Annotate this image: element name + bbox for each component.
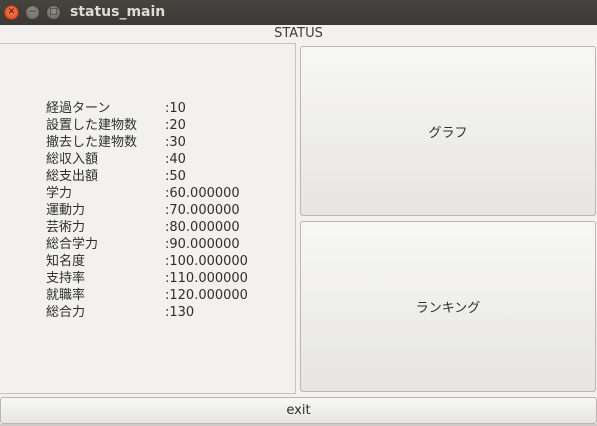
stat-label: 総合力 bbox=[46, 305, 86, 320]
window-title: status_main bbox=[70, 4, 166, 20]
stat-value: :60.000000 bbox=[165, 186, 240, 201]
stat-value: :10 bbox=[165, 101, 186, 116]
title-bar: ✕ − □ status_main bbox=[0, 0, 597, 25]
maximize-icon[interactable]: □ bbox=[46, 5, 61, 20]
stat-value: :40 bbox=[165, 152, 186, 167]
stat-label: 芸術力 bbox=[46, 220, 86, 235]
stat-label: 支持率 bbox=[46, 271, 86, 286]
stat-label: 総合学力 bbox=[46, 237, 99, 252]
stat-label: 学力 bbox=[46, 186, 73, 201]
stat-value: :20 bbox=[165, 118, 186, 133]
minimize-icon[interactable]: − bbox=[25, 5, 40, 20]
stat-label: 運動力 bbox=[46, 203, 86, 218]
stat-value: :100.000000 bbox=[165, 254, 248, 269]
stat-label: 経過ターン bbox=[46, 101, 111, 116]
stat-label: 知名度 bbox=[46, 254, 86, 269]
stat-value: :130 bbox=[165, 305, 195, 320]
stat-label: 撤去した建物数 bbox=[46, 135, 138, 150]
stat-value: :30 bbox=[165, 135, 186, 150]
stat-value: :110.000000 bbox=[165, 271, 248, 286]
stat-label: 就職率 bbox=[46, 288, 86, 303]
stat-value: :80.000000 bbox=[165, 220, 240, 235]
status-panel: 経過ターン :10 設置した建物数 :20 撤去した建物数 :30 総収入額 :40 総… bbox=[0, 43, 296, 394]
stat-value: :120.000000 bbox=[165, 288, 248, 303]
stat-value: :70.000000 bbox=[165, 203, 240, 218]
stat-label: 設置した建物数 bbox=[46, 118, 138, 133]
close-icon[interactable]: ✕ bbox=[4, 5, 19, 20]
status-header: STATUS bbox=[274, 26, 323, 41]
stat-label: 総収入額 bbox=[46, 152, 99, 167]
graph-button[interactable]: グラフ bbox=[300, 46, 596, 216]
stat-value: :50 bbox=[165, 169, 186, 184]
stat-value: :90.000000 bbox=[165, 237, 240, 252]
stat-label: 総支出額 bbox=[46, 169, 99, 184]
exit-button[interactable]: exit bbox=[0, 397, 597, 424]
ranking-button[interactable]: ランキング bbox=[300, 221, 596, 392]
